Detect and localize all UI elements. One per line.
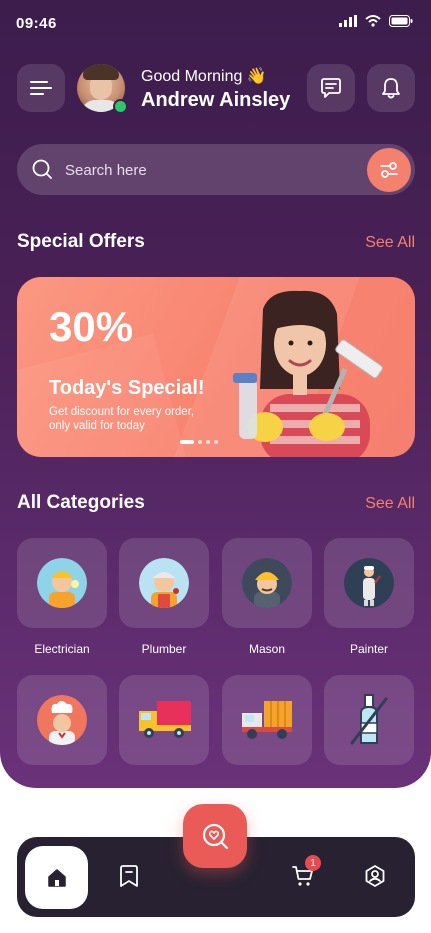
painter-icon xyxy=(344,558,394,608)
categories-see-all[interactable]: See All xyxy=(365,495,415,513)
offer-headline: Today's Special! xyxy=(49,377,205,399)
category-label: Electrician xyxy=(34,642,90,656)
nav-profile-button[interactable] xyxy=(361,862,389,890)
chat-icon xyxy=(321,78,341,98)
plumber-icon xyxy=(139,558,189,608)
filter-button[interactable] xyxy=(367,148,411,192)
category-electrician[interactable] xyxy=(17,538,107,628)
greeting-text: Good Morning 👋 xyxy=(141,68,267,85)
special-offers-see-all[interactable]: See All xyxy=(365,234,415,252)
status-time: 09:46 xyxy=(16,15,57,32)
menu-icon xyxy=(30,81,52,95)
profile-icon xyxy=(365,865,385,887)
nav-search-fab[interactable] xyxy=(183,804,247,868)
special-offers-title: Special Offers xyxy=(17,231,145,252)
electrician-icon xyxy=(37,558,87,608)
category-plumber[interactable] xyxy=(119,538,209,628)
search-bar[interactable] xyxy=(17,144,415,195)
category-label: Painter xyxy=(349,642,389,656)
category-label: Mason xyxy=(248,642,286,656)
battery-icon xyxy=(389,15,413,27)
user-name: Andrew Ainsley xyxy=(141,89,291,111)
offer-banner[interactable]: 30% Today's Special! Get discount for ev… xyxy=(17,277,415,457)
notifications-button[interactable] xyxy=(367,64,415,112)
chef-icon xyxy=(37,695,87,745)
home-icon xyxy=(47,868,66,887)
bookmark-icon xyxy=(120,865,138,887)
search-input[interactable] xyxy=(63,157,367,183)
home-screen: 09:46 Good Morning 👋 Andrew Ainsley Sear… xyxy=(0,0,431,788)
menu-button[interactable] xyxy=(17,64,65,112)
cart-badge: 1 xyxy=(305,855,321,871)
wifi-icon xyxy=(365,15,381,27)
mason-icon xyxy=(242,558,292,608)
online-status-dot xyxy=(113,99,128,114)
carousel-indicator[interactable] xyxy=(180,440,218,444)
search-icon xyxy=(32,159,52,179)
bell-icon xyxy=(382,78,400,99)
cleaning-woman-image xyxy=(233,290,383,457)
category-mason[interactable] xyxy=(222,538,312,628)
messages-button[interactable] xyxy=(307,64,355,112)
category-chef[interactable] xyxy=(17,675,107,765)
category-moving[interactable] xyxy=(222,675,312,765)
filter-icon xyxy=(380,162,398,178)
search-heart-icon xyxy=(202,823,229,850)
category-painter[interactable] xyxy=(324,538,414,628)
no-alcohol-icon xyxy=(350,694,388,745)
category-no-alcohol[interactable] xyxy=(324,675,414,765)
delivery-truck-icon xyxy=(139,701,191,738)
category-delivery[interactable] xyxy=(119,675,209,765)
nav-bookmark-button[interactable] xyxy=(115,862,143,890)
category-label: Plumber xyxy=(141,642,187,656)
nav-home-button[interactable] xyxy=(25,846,88,909)
signal-icon xyxy=(339,15,357,27)
moving-truck-icon xyxy=(242,701,292,739)
offer-description: Get discount for every order, only valid… xyxy=(49,406,195,432)
all-categories-title: All Categories xyxy=(17,492,145,513)
offer-discount: 30% xyxy=(49,303,134,350)
status-icons xyxy=(339,15,413,27)
